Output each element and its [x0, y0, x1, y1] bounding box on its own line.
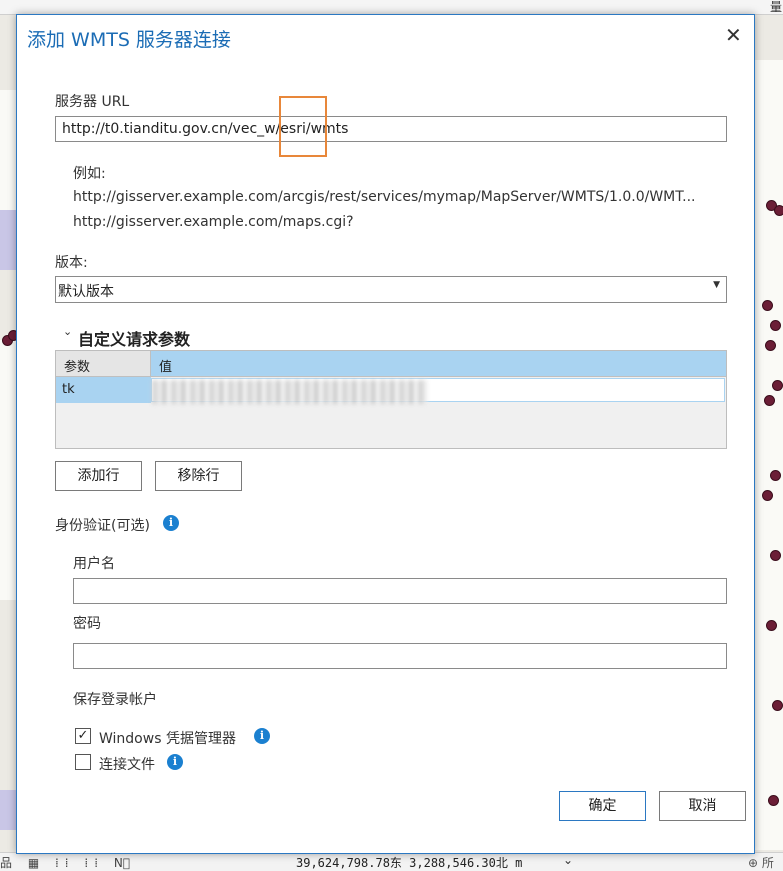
password-input[interactable]: [73, 643, 727, 669]
grid-header-param[interactable]: 参数: [56, 351, 151, 377]
map-point: [762, 490, 773, 501]
dropdown-arrow-icon: ▼: [713, 280, 720, 290]
map-point: [770, 550, 781, 561]
map-point: [762, 300, 773, 311]
status-right-label: ⊕ 所: [748, 856, 774, 870]
map-point: [772, 380, 783, 391]
version-select[interactable]: 默认版本 ▼: [55, 276, 727, 303]
map-road: [0, 340, 16, 600]
redacted-token: [152, 380, 427, 404]
windows-cred-checkbox[interactable]: ✓: [75, 728, 91, 744]
map-road: [755, 60, 783, 850]
top-right-label: 量: [770, 0, 783, 14]
map-point: [772, 700, 783, 711]
map-point: [764, 395, 775, 406]
grid-header-value[interactable]: 值: [151, 351, 726, 377]
map-point: [774, 205, 783, 216]
map-point: [766, 620, 777, 631]
chevron-down-icon[interactable]: ⌄: [63, 325, 72, 338]
status-bar-icons[interactable]: 品 ▦ ⁞⁞ ⁞⁞ N⃒: [0, 854, 136, 871]
version-selected: 默认版本: [58, 284, 114, 300]
status-bar: 品 ▦ ⁞⁞ ⁞⁞ N⃒ 39,624,798.78东 3,288,546.30…: [0, 852, 783, 871]
info-icon[interactable]: i: [254, 728, 270, 744]
close-icon[interactable]: ✕: [725, 23, 742, 47]
conn-file-checkbox[interactable]: [75, 754, 91, 770]
windows-cred-label[interactable]: Windows 凭据管理器: [99, 728, 236, 748]
example-label: 例如:: [73, 166, 106, 182]
map-water: [0, 790, 16, 830]
server-url-input[interactable]: [55, 116, 727, 142]
server-url-label: 服务器 URL: [55, 94, 130, 110]
map-point: [770, 320, 781, 331]
custom-params-title[interactable]: 自定义请求参数: [78, 326, 190, 350]
map-point: [765, 340, 776, 351]
map-point: [768, 795, 779, 806]
version-label: 版本:: [55, 255, 88, 271]
add-wmts-dialog: 添加 WMTS 服务器连接 ✕ 服务器 URL 例如: http://gisse…: [16, 14, 755, 854]
grid-cell-param[interactable]: tk: [56, 377, 151, 403]
ok-button[interactable]: 确定: [559, 791, 646, 821]
chevron-down-icon[interactable]: ⌄: [563, 853, 573, 867]
dialog-title: 添加 WMTS 服务器连接: [27, 29, 231, 51]
add-row-button[interactable]: 添加行: [55, 461, 142, 491]
username-label: 用户名: [73, 556, 115, 572]
auth-label: 身份验证(可选): [55, 518, 150, 534]
remove-row-button[interactable]: 移除行: [155, 461, 242, 491]
username-input[interactable]: [73, 578, 727, 604]
info-icon[interactable]: i: [167, 754, 183, 770]
password-label: 密码: [73, 616, 101, 632]
save-login-label: 保存登录帐户: [73, 692, 157, 708]
example-url-2: http://gisserver.example.com/maps.cgi?: [73, 214, 354, 230]
cancel-button[interactable]: 取消: [659, 791, 746, 821]
top-toolbar: 量: [0, 0, 783, 15]
conn-file-label[interactable]: 连接文件: [99, 754, 155, 774]
coordinate-readout: 39,624,798.78东 3,288,546.30北 m: [296, 856, 523, 870]
params-grid: 参数 值 tk: [55, 350, 727, 449]
info-icon[interactable]: i: [163, 515, 179, 531]
map-water: [0, 210, 16, 270]
grid-cell-value[interactable]: [151, 378, 725, 404]
example-url-1: http://gisserver.example.com/arcgis/rest…: [73, 189, 696, 205]
map-point: [770, 470, 781, 481]
